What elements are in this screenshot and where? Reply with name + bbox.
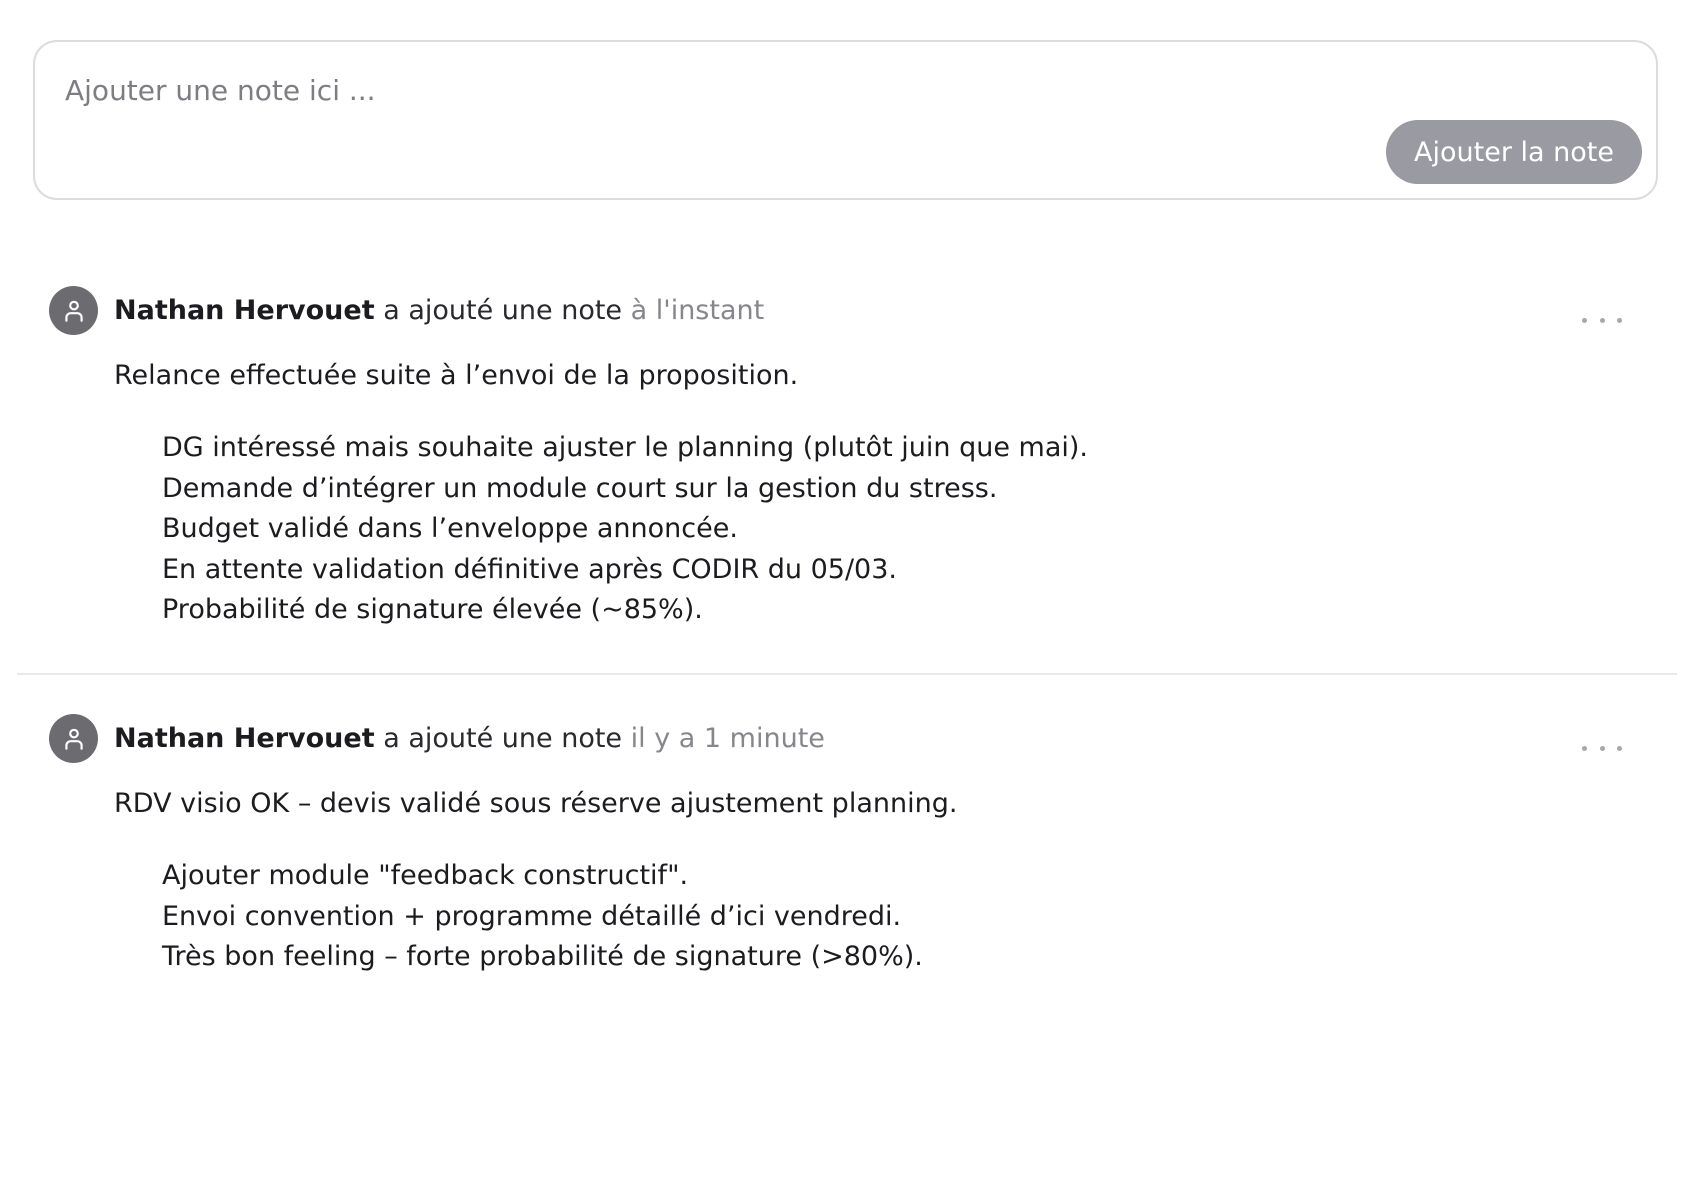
- note-summary: RDV visio OK – devis validé sous réserve…: [114, 788, 958, 819]
- note-author: Nathan Hervouet: [114, 723, 375, 754]
- note-input[interactable]: [65, 68, 1265, 112]
- note-header: Nathan Hervouet a ajouté une note il y a…: [114, 722, 825, 756]
- more-horizontal-icon: [1582, 745, 1587, 751]
- user-icon: [64, 728, 83, 750]
- note-action: a ajouté une note: [383, 295, 623, 326]
- note-details: DG intéressé mais souhaite ajuster le pl…: [114, 428, 1514, 631]
- avatar: [49, 286, 98, 335]
- note-header: Nathan Hervouet a ajouté une note à l'in…: [114, 294, 764, 328]
- note-action: a ajouté une note: [383, 723, 623, 754]
- more-horizontal-icon: [1599, 745, 1605, 751]
- note-options-button[interactable]: [1582, 740, 1622, 756]
- note-detail-line: En attente validation définitive après C…: [162, 553, 897, 585]
- note-timestamp: à l'instant: [630, 295, 765, 326]
- user-icon: [64, 300, 83, 322]
- note-detail-line: Budget validé dans l’enveloppe annoncée.: [162, 513, 738, 544]
- note-detail-line: Ajouter module "feedback constructif".: [162, 860, 689, 891]
- more-horizontal-icon: [1582, 317, 1587, 323]
- note-detail-line: Envoi convention + programme détaillé d’…: [162, 900, 902, 932]
- more-horizontal-icon: [1617, 317, 1622, 323]
- note-divider: [17, 673, 1677, 675]
- note-detail-line: Demande d’intégrer un module court sur l…: [162, 472, 998, 504]
- note-details: Ajouter module "feedback constructif". E…: [114, 856, 1514, 978]
- note-body: RDV visio OK – devis validé sous réserve…: [114, 786, 1514, 978]
- more-horizontal-icon: [1599, 317, 1605, 323]
- notes-panel: Ajouter la note Nathan Hervouet a ajouté…: [0, 0, 1688, 1204]
- note-options-button[interactable]: [1582, 312, 1622, 328]
- note-detail-line: DG intéressé mais souhaite ajuster le pl…: [162, 432, 1089, 463]
- avatar: [49, 714, 98, 763]
- add-note-button[interactable]: Ajouter la note: [1386, 120, 1642, 184]
- note-detail-line: Probabilité de signature élevée (~85%).: [162, 594, 703, 625]
- note-composer: Ajouter la note: [33, 40, 1658, 200]
- note-timestamp: il y a 1 minute: [630, 723, 825, 754]
- note-detail-line: Très bon feeling – forte probabilité de …: [162, 941, 923, 972]
- note-author: Nathan Hervouet: [114, 295, 375, 326]
- note-summary: Relance effectuée suite à l’envoi de la …: [114, 360, 799, 391]
- note-body: Relance effectuée suite à l’envoi de la …: [114, 358, 1514, 631]
- more-horizontal-icon: [1617, 745, 1622, 751]
